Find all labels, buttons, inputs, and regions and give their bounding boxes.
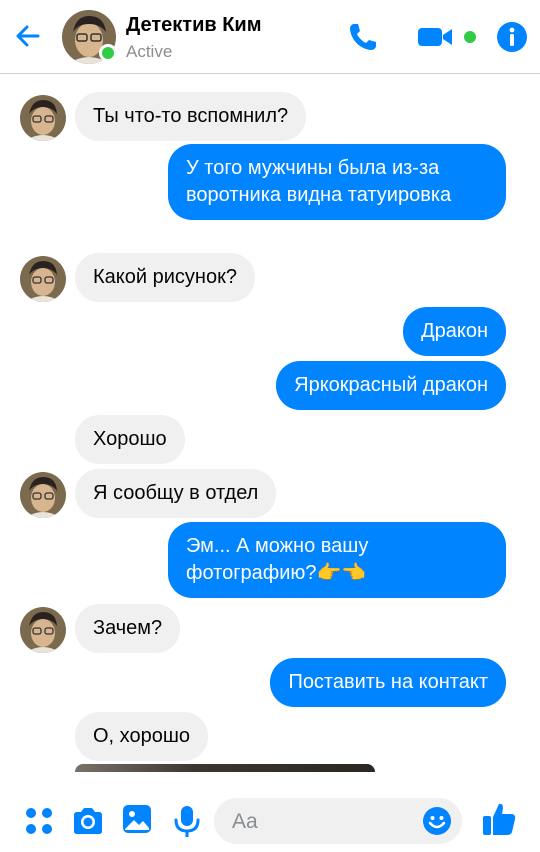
online-status-dot: [99, 44, 117, 62]
thumbs-up-icon[interactable]: [480, 800, 518, 838]
message-bubble-incoming[interactable]: Хорошо: [75, 415, 185, 464]
message-bubble-outgoing[interactable]: У того мужчины была из-за воротника видн…: [168, 144, 506, 220]
phone-call-icon[interactable]: [346, 20, 380, 54]
contact-status: Active: [126, 42, 173, 61]
video-active-dot: [464, 31, 476, 43]
message-bubble-incoming[interactable]: Я сообщу в отдел: [75, 469, 277, 518]
info-icon[interactable]: [495, 20, 529, 54]
chat-header: Детектив Ким Active: [0, 0, 540, 74]
message-bubble-incoming[interactable]: Ты что-то вспомнил?: [75, 92, 307, 141]
video-call-icon[interactable]: [416, 20, 456, 54]
back-arrow-icon[interactable]: [12, 20, 44, 52]
camera-icon[interactable]: [71, 804, 105, 838]
gallery-icon[interactable]: [120, 802, 154, 836]
message-bubble-incoming[interactable]: Зачем?: [75, 604, 181, 653]
message-bubble-incoming[interactable]: Какой рисунок?: [75, 253, 255, 302]
contact-name[interactable]: Детектив Ким: [126, 14, 262, 37]
message-input-placeholder: Aa: [232, 810, 258, 833]
contact-avatar-small[interactable]: [20, 472, 66, 518]
message-bubble-outgoing[interactable]: Яркокрасный дракон: [276, 361, 506, 410]
contact-avatar-small[interactable]: [20, 256, 66, 302]
message-bubble-incoming[interactable]: О, хорошо: [75, 712, 208, 761]
mic-icon[interactable]: [170, 804, 204, 838]
contact-avatar-small[interactable]: [20, 95, 66, 141]
message-input[interactable]: Aa: [214, 798, 462, 844]
message-bubble-outgoing[interactable]: Эм... А можно вашу фотографию?👉👈: [168, 522, 506, 598]
emoji-icon[interactable]: [422, 806, 452, 836]
message-bubble-outgoing[interactable]: Дракон: [403, 307, 506, 356]
apps-icon[interactable]: [22, 804, 56, 838]
image-message-preview[interactable]: [75, 764, 375, 772]
contact-avatar-small[interactable]: [20, 607, 66, 653]
message-bubble-outgoing[interactable]: Поставить на контакт: [270, 658, 506, 707]
